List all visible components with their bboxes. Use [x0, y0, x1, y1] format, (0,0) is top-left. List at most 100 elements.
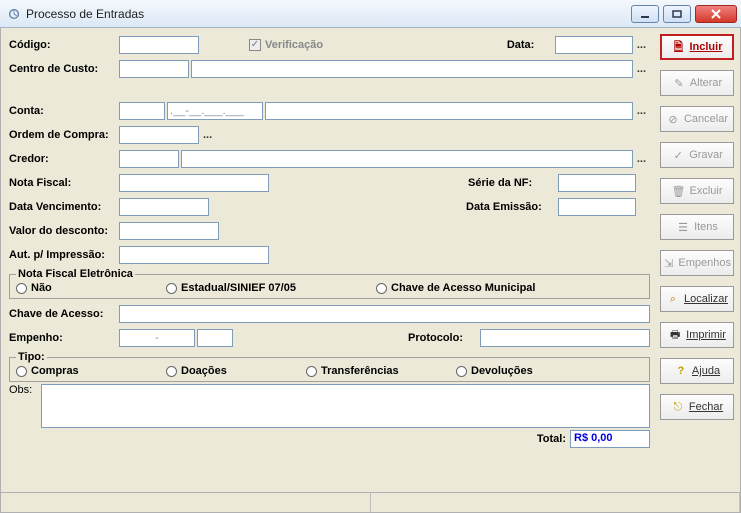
itens-label: Itens — [694, 221, 718, 233]
form-area: Código: Verificação Data: ... Centro de … — [1, 28, 658, 492]
itens-button[interactable]: ☰ Itens — [660, 214, 734, 240]
excluir-label: Excluir — [689, 185, 722, 197]
nota-fiscal-input[interactable] — [119, 174, 269, 192]
imprimir-label: Imprimir — [686, 329, 726, 341]
centro-custo-code-input[interactable] — [119, 60, 189, 78]
verificacao-checkbox[interactable] — [249, 39, 261, 51]
conta-a-input[interactable] — [119, 102, 165, 120]
nfe-municipal-option[interactable]: Chave de Acesso Municipal — [376, 282, 535, 294]
protocolo-label: Protocolo: — [408, 332, 480, 344]
cancelar-label: Cancelar — [684, 113, 728, 125]
data-venc-label: Data Vencimento: — [9, 201, 119, 213]
check-icon: ✓ — [671, 149, 685, 162]
empenhos-label: Empenhos — [678, 257, 731, 269]
aut-impressao-label: Aut. p/ Impressão: — [9, 249, 119, 261]
radio-icon — [16, 283, 27, 294]
exit-icon: ⎋ — [671, 401, 685, 414]
minimize-button[interactable] — [631, 5, 659, 23]
tipo-compras-label: Compras — [31, 365, 79, 377]
chave-acesso-label: Chave de Acesso: — [9, 308, 119, 320]
excluir-button[interactable]: 🗑 Excluir — [660, 178, 734, 204]
trash-icon: 🗑 — [671, 185, 685, 198]
aut-impressao-input[interactable] — [119, 246, 269, 264]
credor-desc-input[interactable] — [181, 150, 633, 168]
credor-label: Credor: — [9, 153, 119, 165]
obs-textarea[interactable] — [41, 384, 650, 428]
protocolo-input[interactable] — [480, 329, 650, 347]
window-title: Processo de Entradas — [26, 7, 627, 21]
serie-nf-input[interactable] — [558, 174, 636, 192]
empenho-b-input[interactable] — [197, 329, 233, 347]
data-input[interactable] — [555, 36, 633, 54]
tipo-devol-option[interactable]: Devoluções — [456, 365, 533, 377]
valor-desconto-label: Valor do desconto: — [9, 225, 119, 237]
tipo-doacoes-label: Doações — [181, 365, 227, 377]
new-doc-icon: 🗎 — [671, 38, 685, 57]
nfe-estadual-label: Estadual/SINIEF 07/05 — [181, 282, 296, 294]
conta-desc-input[interactable] — [265, 102, 633, 120]
side-button-panel: 🗎 Incluir ✎ Alterar ⊘ Cancelar ✓ Gravar … — [658, 28, 740, 492]
ajuda-button[interactable]: ? Ajuda — [660, 358, 734, 384]
alterar-button[interactable]: ✎ Alterar — [660, 70, 734, 96]
app-icon — [6, 6, 22, 22]
imprimir-button[interactable]: 🖶 Imprimir — [660, 322, 734, 348]
titlebar: Processo de Entradas — [0, 0, 741, 28]
alterar-label: Alterar — [690, 77, 722, 89]
incluir-button[interactable]: 🗎 Incluir — [660, 34, 734, 60]
radio-icon — [376, 283, 387, 294]
ordem-compra-input[interactable] — [119, 126, 199, 144]
tipo-transf-option[interactable]: Transferências — [306, 365, 456, 377]
verificacao-label: Verificação — [265, 39, 323, 51]
valor-desconto-input[interactable] — [119, 222, 219, 240]
localizar-button[interactable]: ⌕ Localizar — [660, 286, 734, 312]
codigo-label: Código: — [9, 39, 119, 51]
printer-icon: 🖶 — [668, 326, 682, 345]
centro-custo-desc-input[interactable] — [191, 60, 633, 78]
conta-b-input[interactable] — [167, 102, 263, 120]
data-label: Data: — [507, 39, 555, 51]
edit-icon: ✎ — [672, 77, 686, 90]
centro-custo-lookup-button[interactable]: ... — [633, 63, 650, 75]
centro-custo-label: Centro de Custo: — [9, 63, 119, 75]
ordem-compra-label: Ordem de Compra: — [9, 129, 119, 141]
ordem-compra-lookup-button[interactable]: ... — [199, 129, 216, 141]
empenho-a-input[interactable] — [119, 329, 195, 347]
fechar-label: Fechar — [689, 401, 723, 413]
tipo-doacoes-option[interactable]: Doações — [166, 365, 306, 377]
credor-lookup-button[interactable]: ... — [633, 153, 650, 165]
total-label: Total: — [537, 433, 566, 445]
codigo-input[interactable] — [119, 36, 199, 54]
cancelar-button[interactable]: ⊘ Cancelar — [660, 106, 734, 132]
close-button[interactable] — [695, 5, 737, 23]
data-venc-input[interactable] — [119, 198, 209, 216]
ajuda-label: Ajuda — [692, 365, 720, 377]
tipo-compras-option[interactable]: Compras — [16, 365, 166, 377]
radio-icon — [456, 366, 467, 377]
empenho-label: Empenho: — [9, 332, 119, 344]
serie-nf-label: Série da NF: — [468, 177, 558, 189]
conta-lookup-button[interactable]: ... — [633, 105, 650, 117]
nfe-nao-label: Não — [31, 282, 52, 294]
chave-acesso-input[interactable] — [119, 305, 650, 323]
gravar-button[interactable]: ✓ Gravar — [660, 142, 734, 168]
nfe-nao-option[interactable]: Não — [16, 282, 166, 294]
data-lookup-button[interactable]: ... — [633, 39, 650, 51]
tipo-transf-label: Transferências — [321, 365, 399, 377]
empenhos-button[interactable]: ⇲ Empenhos — [660, 250, 734, 276]
data-emissao-label: Data Emissão: — [466, 201, 558, 213]
maximize-button[interactable] — [663, 5, 691, 23]
obs-label: Obs: — [9, 384, 37, 396]
fechar-button[interactable]: ⎋ Fechar — [660, 394, 734, 420]
nfe-estadual-option[interactable]: Estadual/SINIEF 07/05 — [166, 282, 376, 294]
empenhos-icon: ⇲ — [663, 257, 674, 270]
radio-icon — [166, 366, 177, 377]
help-icon: ? — [674, 365, 688, 377]
radio-icon — [16, 366, 27, 377]
list-icon: ☰ — [676, 221, 690, 234]
nfe-group: Nota Fiscal Eletrônica Não Estadual/SINI… — [9, 268, 650, 299]
statusbar — [0, 493, 741, 513]
data-emissao-input[interactable] — [558, 198, 636, 216]
localizar-label: Localizar — [684, 293, 728, 305]
credor-code-input[interactable] — [119, 150, 179, 168]
gravar-label: Gravar — [689, 149, 723, 161]
